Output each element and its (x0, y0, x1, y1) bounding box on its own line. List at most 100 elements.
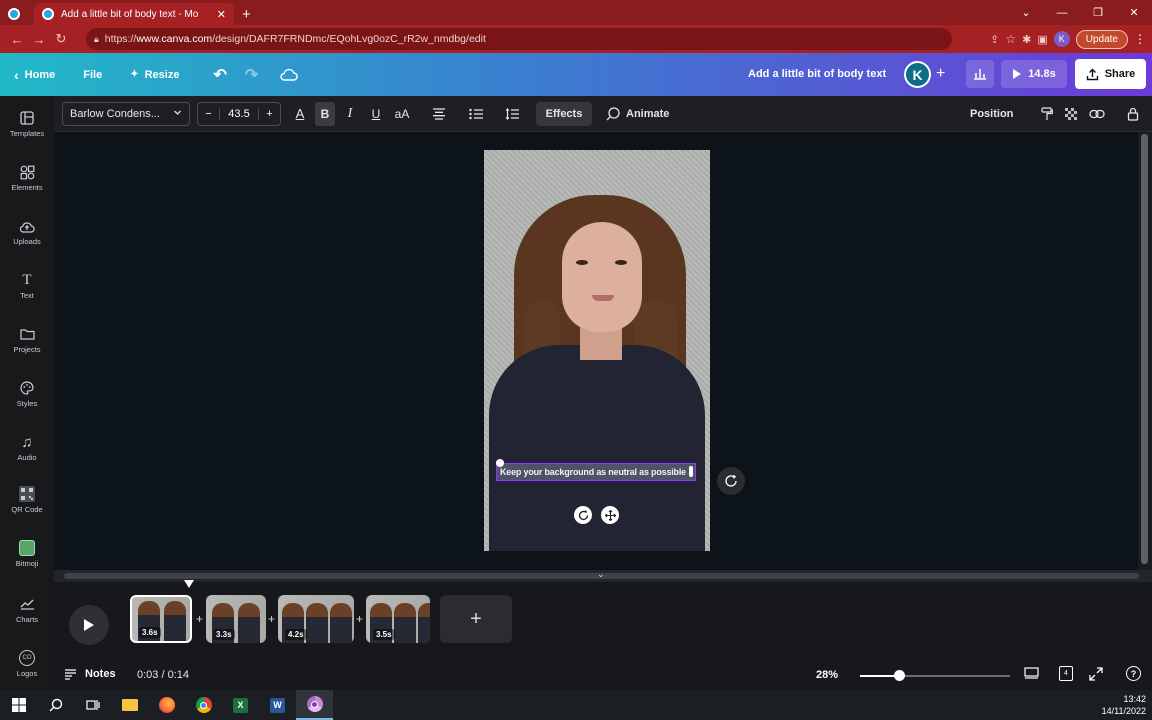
animate-button[interactable]: Animate (606, 102, 669, 126)
reload-icon[interactable]: ↻ (50, 31, 72, 47)
position-button[interactable]: Position (970, 102, 1013, 126)
regenerate-button[interactable] (717, 467, 745, 495)
rotate-button[interactable] (574, 506, 592, 524)
maximize-icon[interactable]: ❐ (1080, 0, 1116, 25)
italic-button[interactable]: I (340, 102, 360, 126)
font-family-select[interactable]: Barlow Condens... (62, 102, 190, 126)
paint-format-button[interactable] (1037, 102, 1057, 126)
fullscreen-icon[interactable] (1089, 667, 1103, 681)
timeline-clip[interactable]: 3.6s (130, 595, 192, 643)
rail-item-logos[interactable]: CO Logos (0, 650, 54, 678)
underline-button[interactable]: U (366, 102, 386, 126)
share-button[interactable]: Share (1075, 59, 1146, 89)
playhead-marker[interactable] (184, 580, 194, 588)
link-button[interactable] (1086, 102, 1108, 126)
close-window-icon[interactable]: ✕ (1116, 0, 1152, 25)
taskbar-search-icon[interactable] (37, 690, 74, 720)
browser-tab-inactive[interactable] (0, 3, 34, 25)
insert-transition-button[interactable]: + (268, 612, 275, 626)
close-tab-icon[interactable]: ✕ (217, 8, 226, 21)
file-menu-button[interactable]: File (83, 69, 102, 81)
selection-handle[interactable] (496, 459, 504, 467)
move-button[interactable] (601, 506, 619, 524)
file-explorer-icon[interactable] (111, 690, 148, 720)
timeline-clip[interactable]: 3.5s (366, 595, 430, 643)
design-page[interactable]: Keep your background as neutral as possi… (484, 150, 710, 551)
rail-item-uploads[interactable]: Uploads (0, 218, 54, 246)
windows-start-icon[interactable] (0, 690, 37, 720)
collapse-timeline-icon[interactable]: ⌄ (597, 569, 605, 580)
minimize-icon[interactable]: — (1044, 0, 1080, 25)
rail-item-qr-code[interactable]: QR Code (0, 486, 54, 514)
insert-transition-button[interactable]: + (356, 612, 363, 626)
chrome-icon[interactable] (185, 690, 222, 720)
document-title[interactable]: Add a little bit of body text (748, 68, 886, 80)
zoom-slider-knob[interactable] (894, 670, 905, 681)
timeline-clip[interactable]: 3.3s (206, 595, 266, 643)
forward-icon[interactable]: → (28, 32, 50, 47)
share-page-icon[interactable]: ⇪ (990, 33, 999, 46)
tab-search-icon[interactable]: ⌄ (1008, 0, 1044, 25)
align-button[interactable] (428, 102, 450, 126)
timeline-clip[interactable]: 4.2s (278, 595, 354, 643)
browser-menu-icon[interactable]: ⋮ (1134, 32, 1146, 46)
profile-avatar[interactable]: K (1053, 31, 1070, 47)
bold-button[interactable]: B (315, 102, 335, 126)
selection-resize-handle[interactable] (689, 466, 693, 477)
firefox-icon[interactable] (148, 690, 185, 720)
url-field[interactable]: 🔒︎ https://www.canva.com/design/DAFR7FRN… (86, 28, 952, 50)
zoom-value[interactable]: 28% (816, 669, 838, 681)
letter-case-button[interactable]: aA (391, 102, 413, 126)
taskbar-clock[interactable]: 13:42 14/11/2022 (1102, 693, 1146, 717)
home-button[interactable]: ‹ Home (14, 67, 55, 83)
redo-button[interactable]: ↷ (245, 65, 258, 85)
rail-item-projects[interactable]: Projects (0, 326, 54, 354)
rail-item-templates[interactable]: Templates (0, 110, 54, 138)
vertical-scroll-thumb[interactable] (1141, 134, 1148, 564)
timeline-play-button[interactable] (69, 605, 109, 645)
back-icon[interactable]: ← (6, 32, 28, 47)
spacing-button[interactable] (501, 102, 523, 126)
list-button[interactable] (465, 102, 487, 126)
font-size-input[interactable]: 43.5 (220, 108, 258, 120)
browser-tab-active[interactable]: Add a little bit of body text - Mo ✕ (34, 3, 234, 25)
timeline: 3.6s + 3.3s + 4.2s + 3.5s + (54, 580, 1152, 660)
rail-item-text[interactable]: T Text (0, 272, 54, 301)
vertical-scrollbar[interactable] (1138, 132, 1152, 570)
page-count-button[interactable]: 4 (1059, 666, 1073, 681)
excel-icon[interactable]: X (222, 690, 259, 720)
add-page-button[interactable]: + (440, 595, 512, 643)
rail-item-bitmoji[interactable]: Bitmoji (0, 540, 54, 568)
selected-text-element[interactable]: Keep your background as neutral as possi… (496, 463, 696, 481)
transparency-button[interactable] (1061, 102, 1081, 126)
text-color-button[interactable]: A (290, 102, 310, 126)
undo-button[interactable]: ↶ (213, 65, 226, 85)
word-icon[interactable]: W (259, 690, 296, 720)
decrease-size-button[interactable]: − (198, 108, 220, 120)
sidebar-icon[interactable]: ▣ (1037, 33, 1047, 46)
user-avatar[interactable]: K (904, 61, 931, 88)
page-view-icon[interactable] (1024, 667, 1039, 679)
increase-size-button[interactable]: + (258, 108, 280, 120)
new-tab-button[interactable]: + (242, 3, 251, 25)
notes-button[interactable]: Notes (64, 668, 116, 680)
extensions-icon[interactable]: ✱ (1022, 33, 1031, 46)
invite-plus-icon[interactable]: + (936, 65, 945, 83)
chrome-profile-icon[interactable] (296, 690, 333, 720)
cloud-save-button[interactable] (280, 68, 299, 81)
rail-item-styles[interactable]: Styles (0, 380, 54, 408)
effects-button[interactable]: Effects (536, 102, 592, 126)
present-play-button[interactable]: 14.8s (1001, 60, 1067, 88)
update-button[interactable]: Update (1075, 29, 1128, 49)
rail-item-audio[interactable]: ♫ Audio (0, 434, 54, 463)
task-view-icon[interactable] (74, 690, 111, 720)
lock-button[interactable] (1124, 102, 1142, 126)
resize-button[interactable]: ✦ Resize (130, 69, 179, 81)
rail-item-elements[interactable]: Elements (0, 164, 54, 192)
help-icon[interactable]: ? (1126, 666, 1141, 681)
insights-button[interactable] (966, 60, 994, 88)
insert-transition-button[interactable]: + (196, 612, 203, 626)
horizontal-scrollbar[interactable]: ⌄ (54, 569, 1152, 582)
bookmark-star-icon[interactable]: ☆ (1005, 32, 1016, 46)
rail-item-charts[interactable]: Charts (0, 596, 54, 624)
